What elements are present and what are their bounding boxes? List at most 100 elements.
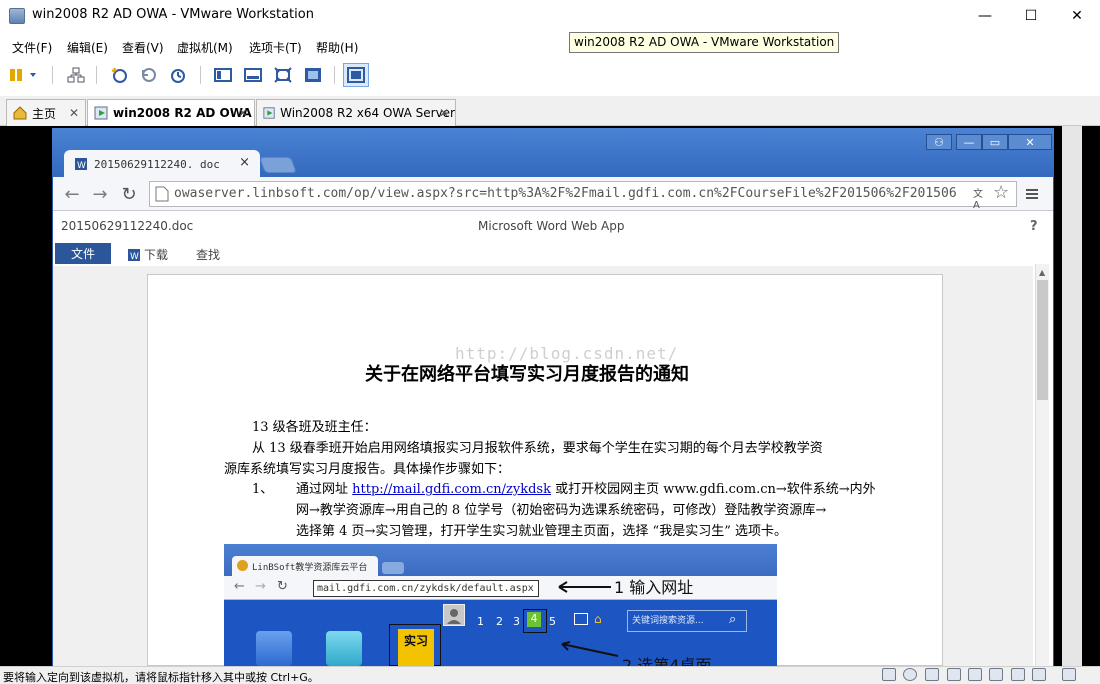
chrome-menu-icon[interactable] <box>1024 186 1040 202</box>
arrow-icon <box>561 641 619 657</box>
browser-close-button[interactable]: ✕ <box>1008 134 1052 150</box>
network-icon[interactable] <box>65 64 87 86</box>
step-line: 选择第 4 页→实习管理，打开学生实习就业管理主页面，选择 “我是实习生” 选项… <box>296 524 787 539</box>
window-title: win2008 R2 AD OWA - VMware Workstation <box>32 7 314 22</box>
status-text: 要将输入定向到该虚拟机，请将鼠标指针移入其中或按 Ctrl+G。 <box>3 671 319 684</box>
screenshot-new-tab <box>382 562 404 574</box>
console-view-icon[interactable] <box>343 63 369 87</box>
page-4-selected: 4 <box>527 612 541 627</box>
tab-label: 主页 <box>32 106 57 121</box>
thumbnail-view-icon[interactable] <box>242 64 264 86</box>
menu-help[interactable]: 帮助(H) <box>316 39 358 56</box>
find-button[interactable]: 查找 <box>196 246 220 263</box>
reload-icon[interactable]: ↻ <box>119 184 139 205</box>
menu-tabs[interactable]: 选项卡(T) <box>249 39 302 56</box>
sound-icon[interactable] <box>989 668 1003 681</box>
printer-icon[interactable] <box>947 668 961 681</box>
screenshot-url: mail.gdfi.com.cn/zykdsk/default.aspx <box>313 580 539 597</box>
svg-text:W: W <box>77 161 86 171</box>
close-tab-icon[interactable]: ✕ <box>69 106 79 120</box>
home-icon: ⌂ <box>594 612 602 626</box>
tab-label: win2008 R2 AD OWA <box>113 106 252 120</box>
vm-scrollbar[interactable] <box>1062 126 1082 666</box>
revert-snapshot-icon[interactable] <box>138 64 160 86</box>
browser-tab[interactable]: W 20150629112240. doc × <box>64 150 260 178</box>
tooltip: win2008 R2 AD OWA - VMware Workstation <box>569 32 840 53</box>
download-button[interactable]: W 下载 <box>127 246 168 263</box>
search-icon: ⌕ <box>729 612 737 627</box>
word-icon: W <box>128 248 140 262</box>
screenshot-back-icon: ← <box>234 579 245 594</box>
screenshot-forward-icon: → <box>255 579 266 594</box>
document-name: 20150629112240.doc <box>61 219 194 233</box>
url-text[interactable]: owaserver.linbsoft.com/op/view.aspx?src=… <box>174 186 974 201</box>
grid-icon <box>574 613 588 625</box>
page-icon <box>155 186 169 202</box>
maximize-button[interactable]: ☐ <box>1008 0 1054 32</box>
fullscreen-icon[interactable] <box>272 64 294 86</box>
browser-user-icon[interactable]: ⚇ <box>926 134 952 150</box>
translate-icon[interactable]: 文A <box>973 185 989 211</box>
browser-maximize-button[interactable]: ▭ <box>982 134 1008 150</box>
close-tab-icon[interactable]: ✕ <box>238 106 248 120</box>
help-button[interactable]: ? <box>1030 219 1038 234</box>
pause-icon <box>10 69 36 81</box>
tab-home[interactable]: 主页 ✕ <box>6 99 86 126</box>
annotation-1: 1 输入网址 <box>614 578 694 597</box>
step-number: 1、 <box>252 482 274 497</box>
file-menu-button[interactable]: 文件 <box>55 243 111 264</box>
hard-disk-icon[interactable] <box>882 668 896 681</box>
cd-drive-icon[interactable] <box>903 668 917 681</box>
snapshot-icon[interactable] <box>108 64 130 86</box>
menu-edit[interactable]: 编辑(E) <box>67 39 108 56</box>
power-dropdown-button[interactable] <box>6 64 40 86</box>
word-doc-icon: W <box>75 158 87 171</box>
home-icon <box>13 106 27 120</box>
svg-text:W: W <box>130 252 139 262</box>
usb-icon[interactable] <box>968 668 982 681</box>
document-scrollbar[interactable]: ▲ <box>1035 264 1049 666</box>
close-tab-icon[interactable]: ✕ <box>439 106 449 120</box>
close-button[interactable]: ✕ <box>1054 0 1100 32</box>
tab-win2008-x64-owa-server[interactable]: Win2008 R2 x64 OWA Server ✕ <box>256 99 456 126</box>
sidebar-view-icon[interactable] <box>212 64 234 86</box>
screenshot-app-icon <box>326 631 362 666</box>
app-name: Microsoft Word Web App <box>478 219 625 233</box>
snapshot-manager-icon[interactable] <box>168 64 190 86</box>
vm-running-icon <box>263 107 275 119</box>
paragraph-line: 从 13 级春季班开始启用网络填报实习月报软件系统，要求每个学生在实习期的每个月… <box>252 441 823 456</box>
network-adapter-icon[interactable] <box>925 668 939 681</box>
screenshot-reload-icon: ↻ <box>277 579 288 594</box>
menu-bar: 文件(F) 编辑(E) 查看(V) 虚拟机(M) 选项卡(T) 帮助(H) <box>0 36 1100 58</box>
arrow-icon <box>558 581 611 593</box>
display-icon[interactable] <box>1011 668 1025 681</box>
title-bar: win2008 R2 AD OWA - VMware Workstation —… <box>0 0 1100 32</box>
message-icon[interactable] <box>1032 668 1046 681</box>
step-link[interactable]: http://mail.gdfi.com.cn/zykdsk <box>352 482 551 497</box>
internship-app-icon: 实习 <box>398 629 434 666</box>
screenshot-tab: LinBSoft教学资源库云平台 <box>232 556 378 576</box>
greeting: 13 级各班及班主任： <box>252 420 377 435</box>
browser-tab-title: 20150629112240. doc <box>94 157 220 171</box>
screenshot-avatar <box>443 604 465 626</box>
menu-view[interactable]: 查看(V) <box>122 39 164 56</box>
vm-tab-bar: 主页 ✕ win2008 R2 AD OWA ✕ Win2008 R2 x64 … <box>0 96 1100 126</box>
step-line: 通过网址 http://mail.gdfi.com.cn/zykdsk 或打开校… <box>296 482 876 497</box>
vm-running-icon <box>94 106 108 120</box>
unity-icon[interactable] <box>302 64 324 86</box>
new-tab-button[interactable] <box>259 157 297 173</box>
fullscreen-status-icon[interactable] <box>1062 668 1076 681</box>
minimize-button[interactable]: — <box>962 0 1008 32</box>
close-tab-icon[interactable]: × <box>239 155 250 170</box>
back-icon[interactable]: ← <box>62 184 82 205</box>
bookmark-star-icon[interactable]: ☆ <box>993 182 1009 203</box>
tab-win2008-ad-owa[interactable]: win2008 R2 AD OWA ✕ <box>87 99 255 126</box>
vmware-app-icon <box>9 8 25 24</box>
menu-file[interactable]: 文件(F) <box>12 39 52 56</box>
browser-minimize-button[interactable]: — <box>956 134 982 150</box>
toolbar <box>0 60 1100 90</box>
forward-icon[interactable]: → <box>90 184 110 205</box>
menu-vm[interactable]: 虚拟机(M) <box>177 39 233 56</box>
site-favicon-icon <box>237 560 248 571</box>
document-title: 关于在网络平台填写实习月度报告的通知 <box>365 364 689 385</box>
